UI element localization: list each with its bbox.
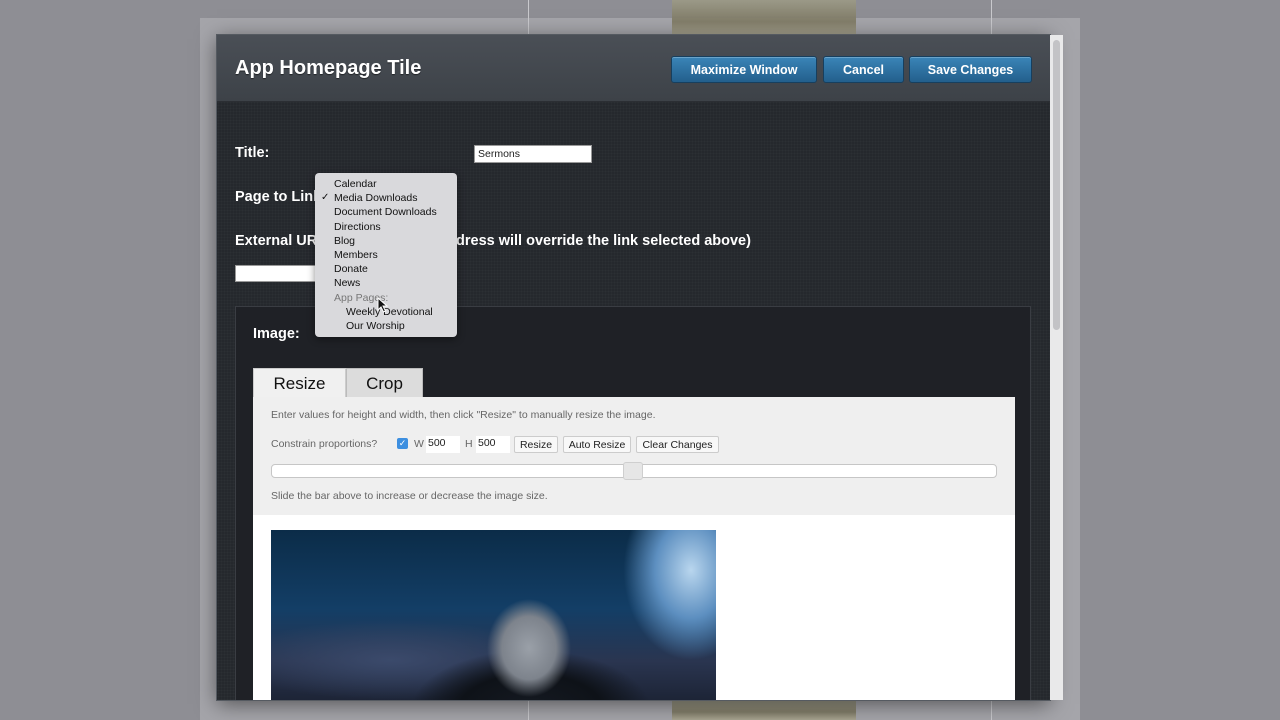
image-label: Image:	[253, 326, 300, 342]
constrain-proportions-label: Constrain proportions?	[271, 438, 378, 450]
clear-changes-button[interactable]: Clear Changes	[636, 436, 719, 453]
background-photo	[672, 0, 856, 36]
tab-crop[interactable]: Crop	[346, 368, 423, 398]
width-label: W	[414, 438, 424, 450]
dropdown-option-label: Donate	[334, 263, 368, 276]
height-input[interactable]: 500	[476, 436, 510, 453]
external-url-label: External UR	[235, 233, 318, 249]
checkmark-icon: ✓	[321, 192, 330, 204]
dropdown-option[interactable]: Blog	[315, 234, 457, 248]
maximize-window-button[interactable]: Maximize Window	[671, 56, 817, 83]
dropdown-option-label: Document Downloads	[334, 206, 437, 219]
width-input[interactable]: 500	[426, 436, 460, 453]
image-preview	[271, 530, 716, 700]
auto-resize-button[interactable]: Auto Resize	[563, 436, 631, 453]
dropdown-option[interactable]: Calendar	[315, 177, 457, 191]
image-size-slider-handle[interactable]	[623, 462, 643, 480]
background-photo	[672, 700, 856, 720]
resize-button[interactable]: Resize	[514, 436, 558, 453]
dialog-scrollbar[interactable]	[1050, 35, 1063, 700]
dropdown-option-label: News	[334, 277, 361, 290]
dropdown-option-label: Directions	[334, 220, 381, 233]
page-to-link-label: Page to Link	[235, 189, 322, 205]
dialog-scrollbar-thumb[interactable]	[1053, 40, 1060, 330]
external-url-hint: dress will override the link selected ab…	[456, 233, 751, 249]
dropdown-option[interactable]: News	[315, 276, 457, 290]
constrain-proportions-checkbox[interactable]: ✓	[397, 438, 408, 449]
resize-instructions: Enter values for height and width, then …	[271, 409, 656, 421]
dropdown-option[interactable]: Directions	[315, 220, 457, 234]
dropdown-option[interactable]: Our Worship	[315, 319, 457, 333]
title-label: Title:	[235, 145, 270, 161]
save-changes-button[interactable]: Save Changes	[909, 56, 1032, 83]
cancel-button[interactable]: Cancel	[823, 56, 904, 83]
dropdown-option[interactable]: Members	[315, 248, 457, 262]
dropdown-option[interactable]: Document Downloads	[315, 205, 457, 219]
dropdown-option[interactable]: ✓ Media Downloads	[315, 191, 457, 205]
dropdown-option[interactable]: Donate	[315, 262, 457, 276]
tab-resize[interactable]: Resize	[253, 368, 346, 398]
external-url-input[interactable]	[235, 265, 317, 282]
dialog-title: App Homepage Tile	[235, 57, 422, 79]
dialog-header: App Homepage Tile Maximize Window Cancel…	[217, 35, 1050, 102]
dropdown-option-label: Members	[334, 248, 378, 261]
dropdown-option-label: Blog	[334, 234, 356, 247]
slider-help-text: Slide the bar above to increase or decre…	[271, 490, 548, 502]
dropdown-option-label: Calendar	[334, 178, 377, 190]
app-homepage-tile-dialog: App Homepage Tile Maximize Window Cancel…	[217, 35, 1050, 700]
dropdown-option-label: Media Downloads	[334, 192, 418, 205]
title-input[interactable]: Sermons	[474, 145, 592, 163]
height-label: H	[465, 438, 473, 450]
